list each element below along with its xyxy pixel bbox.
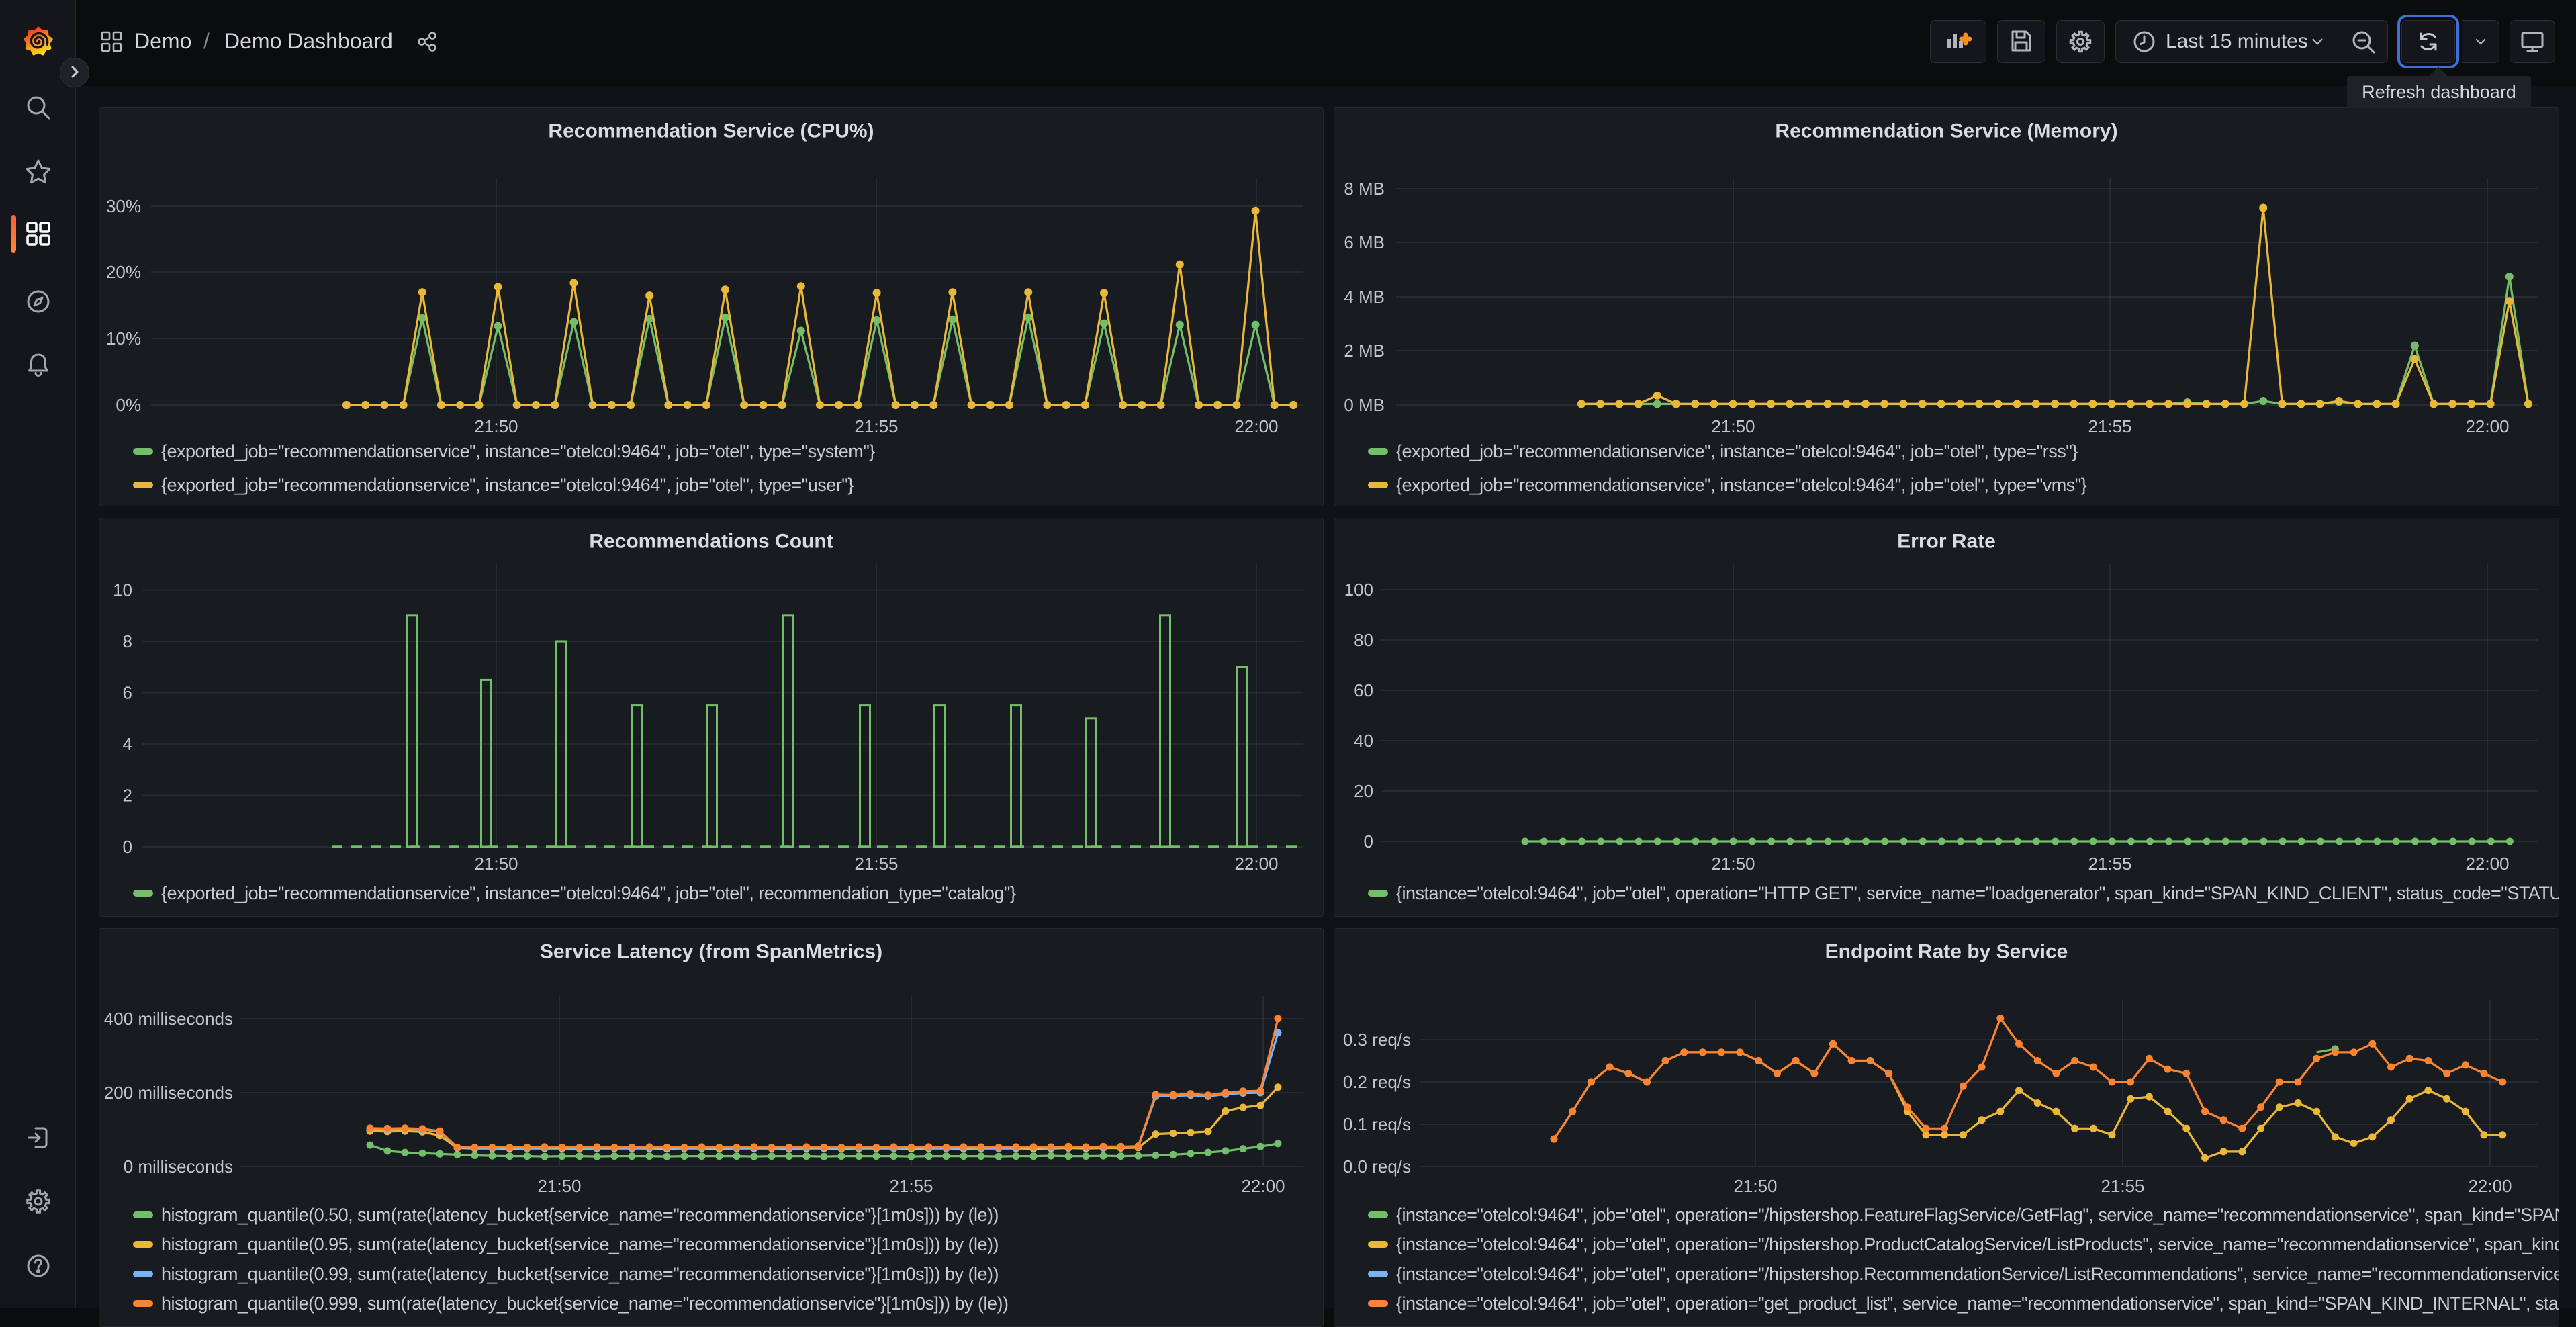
svg-text:4 MB: 4 MB xyxy=(1344,287,1385,307)
svg-text:0: 0 xyxy=(1364,831,1373,852)
svg-text:80: 80 xyxy=(1354,630,1373,650)
svg-text:8: 8 xyxy=(123,631,132,651)
svg-text:Endpoint Rate by Service: Endpoint Rate by Service xyxy=(1825,941,2068,963)
svg-text:Service Latency (from SpanMetr: Service Latency (from SpanMetrics) xyxy=(540,941,882,963)
svg-text:8 MB: 8 MB xyxy=(1344,179,1385,199)
svg-text:{instance="otelcol:9464", job=: {instance="otelcol:9464", job="otel", op… xyxy=(1396,883,2559,903)
svg-text:0.0 req/s: 0.0 req/s xyxy=(1343,1156,1411,1177)
svg-text:{instance="otelcol:9464", job=: {instance="otelcol:9464", job="otel", op… xyxy=(1396,1293,2559,1314)
svg-text:histogram_quantile(0.50, sum(r: histogram_quantile(0.50, sum(rate(latenc… xyxy=(161,1205,999,1225)
svg-text:{exported_job="recommendations: {exported_job="recommendationservice", i… xyxy=(1396,441,2078,461)
svg-text:0%: 0% xyxy=(116,395,141,415)
svg-text:Recommendation Service (CPU%): Recommendation Service (CPU%) xyxy=(548,120,874,142)
svg-text:21:50: 21:50 xyxy=(537,1176,581,1196)
svg-text:20%: 20% xyxy=(106,262,141,282)
svg-text:22:00: 22:00 xyxy=(1234,854,1278,874)
svg-text:histogram_quantile(0.999, sum(: histogram_quantile(0.999, sum(rate(laten… xyxy=(161,1293,1009,1314)
svg-text:10%: 10% xyxy=(106,328,141,349)
svg-text:{exported_job="recommendations: {exported_job="recommendationservice", i… xyxy=(161,475,854,495)
svg-text:40: 40 xyxy=(1354,731,1373,751)
svg-text:2: 2 xyxy=(123,786,132,806)
svg-text:400 milliseconds: 400 milliseconds xyxy=(104,1009,233,1029)
svg-text:Recommendations Count: Recommendations Count xyxy=(589,531,833,553)
svg-text:30%: 30% xyxy=(106,196,141,216)
svg-text:0.2 req/s: 0.2 req/s xyxy=(1343,1072,1411,1092)
svg-text:0 milliseconds: 0 milliseconds xyxy=(124,1156,233,1177)
svg-text:100: 100 xyxy=(1344,580,1373,600)
svg-text:200 milliseconds: 200 milliseconds xyxy=(104,1083,233,1103)
svg-text:{exported_job="recommendations: {exported_job="recommendationservice", i… xyxy=(161,441,875,461)
svg-text:{instance="otelcol:9464", job=: {instance="otelcol:9464", job="otel", op… xyxy=(1396,1264,2559,1284)
svg-text:0.3 req/s: 0.3 req/s xyxy=(1343,1029,1411,1050)
svg-text:21:50: 21:50 xyxy=(474,854,518,874)
svg-text:histogram_quantile(0.99, sum(r: histogram_quantile(0.99, sum(rate(latenc… xyxy=(161,1264,999,1284)
svg-text:21:55: 21:55 xyxy=(2088,416,2131,437)
svg-text:{exported_job="recommendations: {exported_job="recommendationservice", i… xyxy=(161,883,1016,903)
svg-text:10: 10 xyxy=(113,580,132,600)
svg-text:4: 4 xyxy=(123,734,132,754)
svg-text:22:00: 22:00 xyxy=(2468,1176,2512,1196)
svg-text:{exported_job="recommendations: {exported_job="recommendationservice", i… xyxy=(1396,475,2087,495)
svg-text:21:55: 21:55 xyxy=(854,854,898,874)
svg-text:22:00: 22:00 xyxy=(1234,416,1278,437)
svg-text:21:50: 21:50 xyxy=(1711,416,1755,437)
svg-text:21:55: 21:55 xyxy=(854,416,898,437)
svg-text:histogram_quantile(0.95, sum(r: histogram_quantile(0.95, sum(rate(latenc… xyxy=(161,1234,999,1254)
svg-text:0.1 req/s: 0.1 req/s xyxy=(1343,1114,1411,1134)
svg-text:22:00: 22:00 xyxy=(2465,854,2509,874)
svg-text:60: 60 xyxy=(1354,680,1373,700)
svg-text:20: 20 xyxy=(1354,781,1373,801)
svg-text:21:50: 21:50 xyxy=(1733,1176,1777,1196)
svg-text:Recommendation Service (Memory: Recommendation Service (Memory) xyxy=(1775,120,2117,142)
svg-text:Error Rate: Error Rate xyxy=(1897,531,1996,553)
svg-text:0: 0 xyxy=(123,837,132,857)
svg-text:22:00: 22:00 xyxy=(2465,416,2509,437)
svg-text:21:55: 21:55 xyxy=(2088,854,2131,874)
svg-text:{instance="otelcol:9464", job=: {instance="otelcol:9464", job="otel", op… xyxy=(1396,1205,2559,1225)
svg-text:0 MB: 0 MB xyxy=(1344,395,1385,415)
svg-text:{instance="otelcol:9464", job=: {instance="otelcol:9464", job="otel", op… xyxy=(1396,1234,2559,1254)
svg-text:22:00: 22:00 xyxy=(1241,1176,1285,1196)
svg-text:2 MB: 2 MB xyxy=(1344,340,1385,361)
svg-text:21:50: 21:50 xyxy=(1711,854,1755,874)
svg-text:21:55: 21:55 xyxy=(2101,1176,2144,1196)
svg-text:6 MB: 6 MB xyxy=(1344,232,1385,253)
svg-text:6: 6 xyxy=(123,683,132,703)
svg-text:21:55: 21:55 xyxy=(889,1176,933,1196)
svg-text:21:50: 21:50 xyxy=(474,416,518,437)
